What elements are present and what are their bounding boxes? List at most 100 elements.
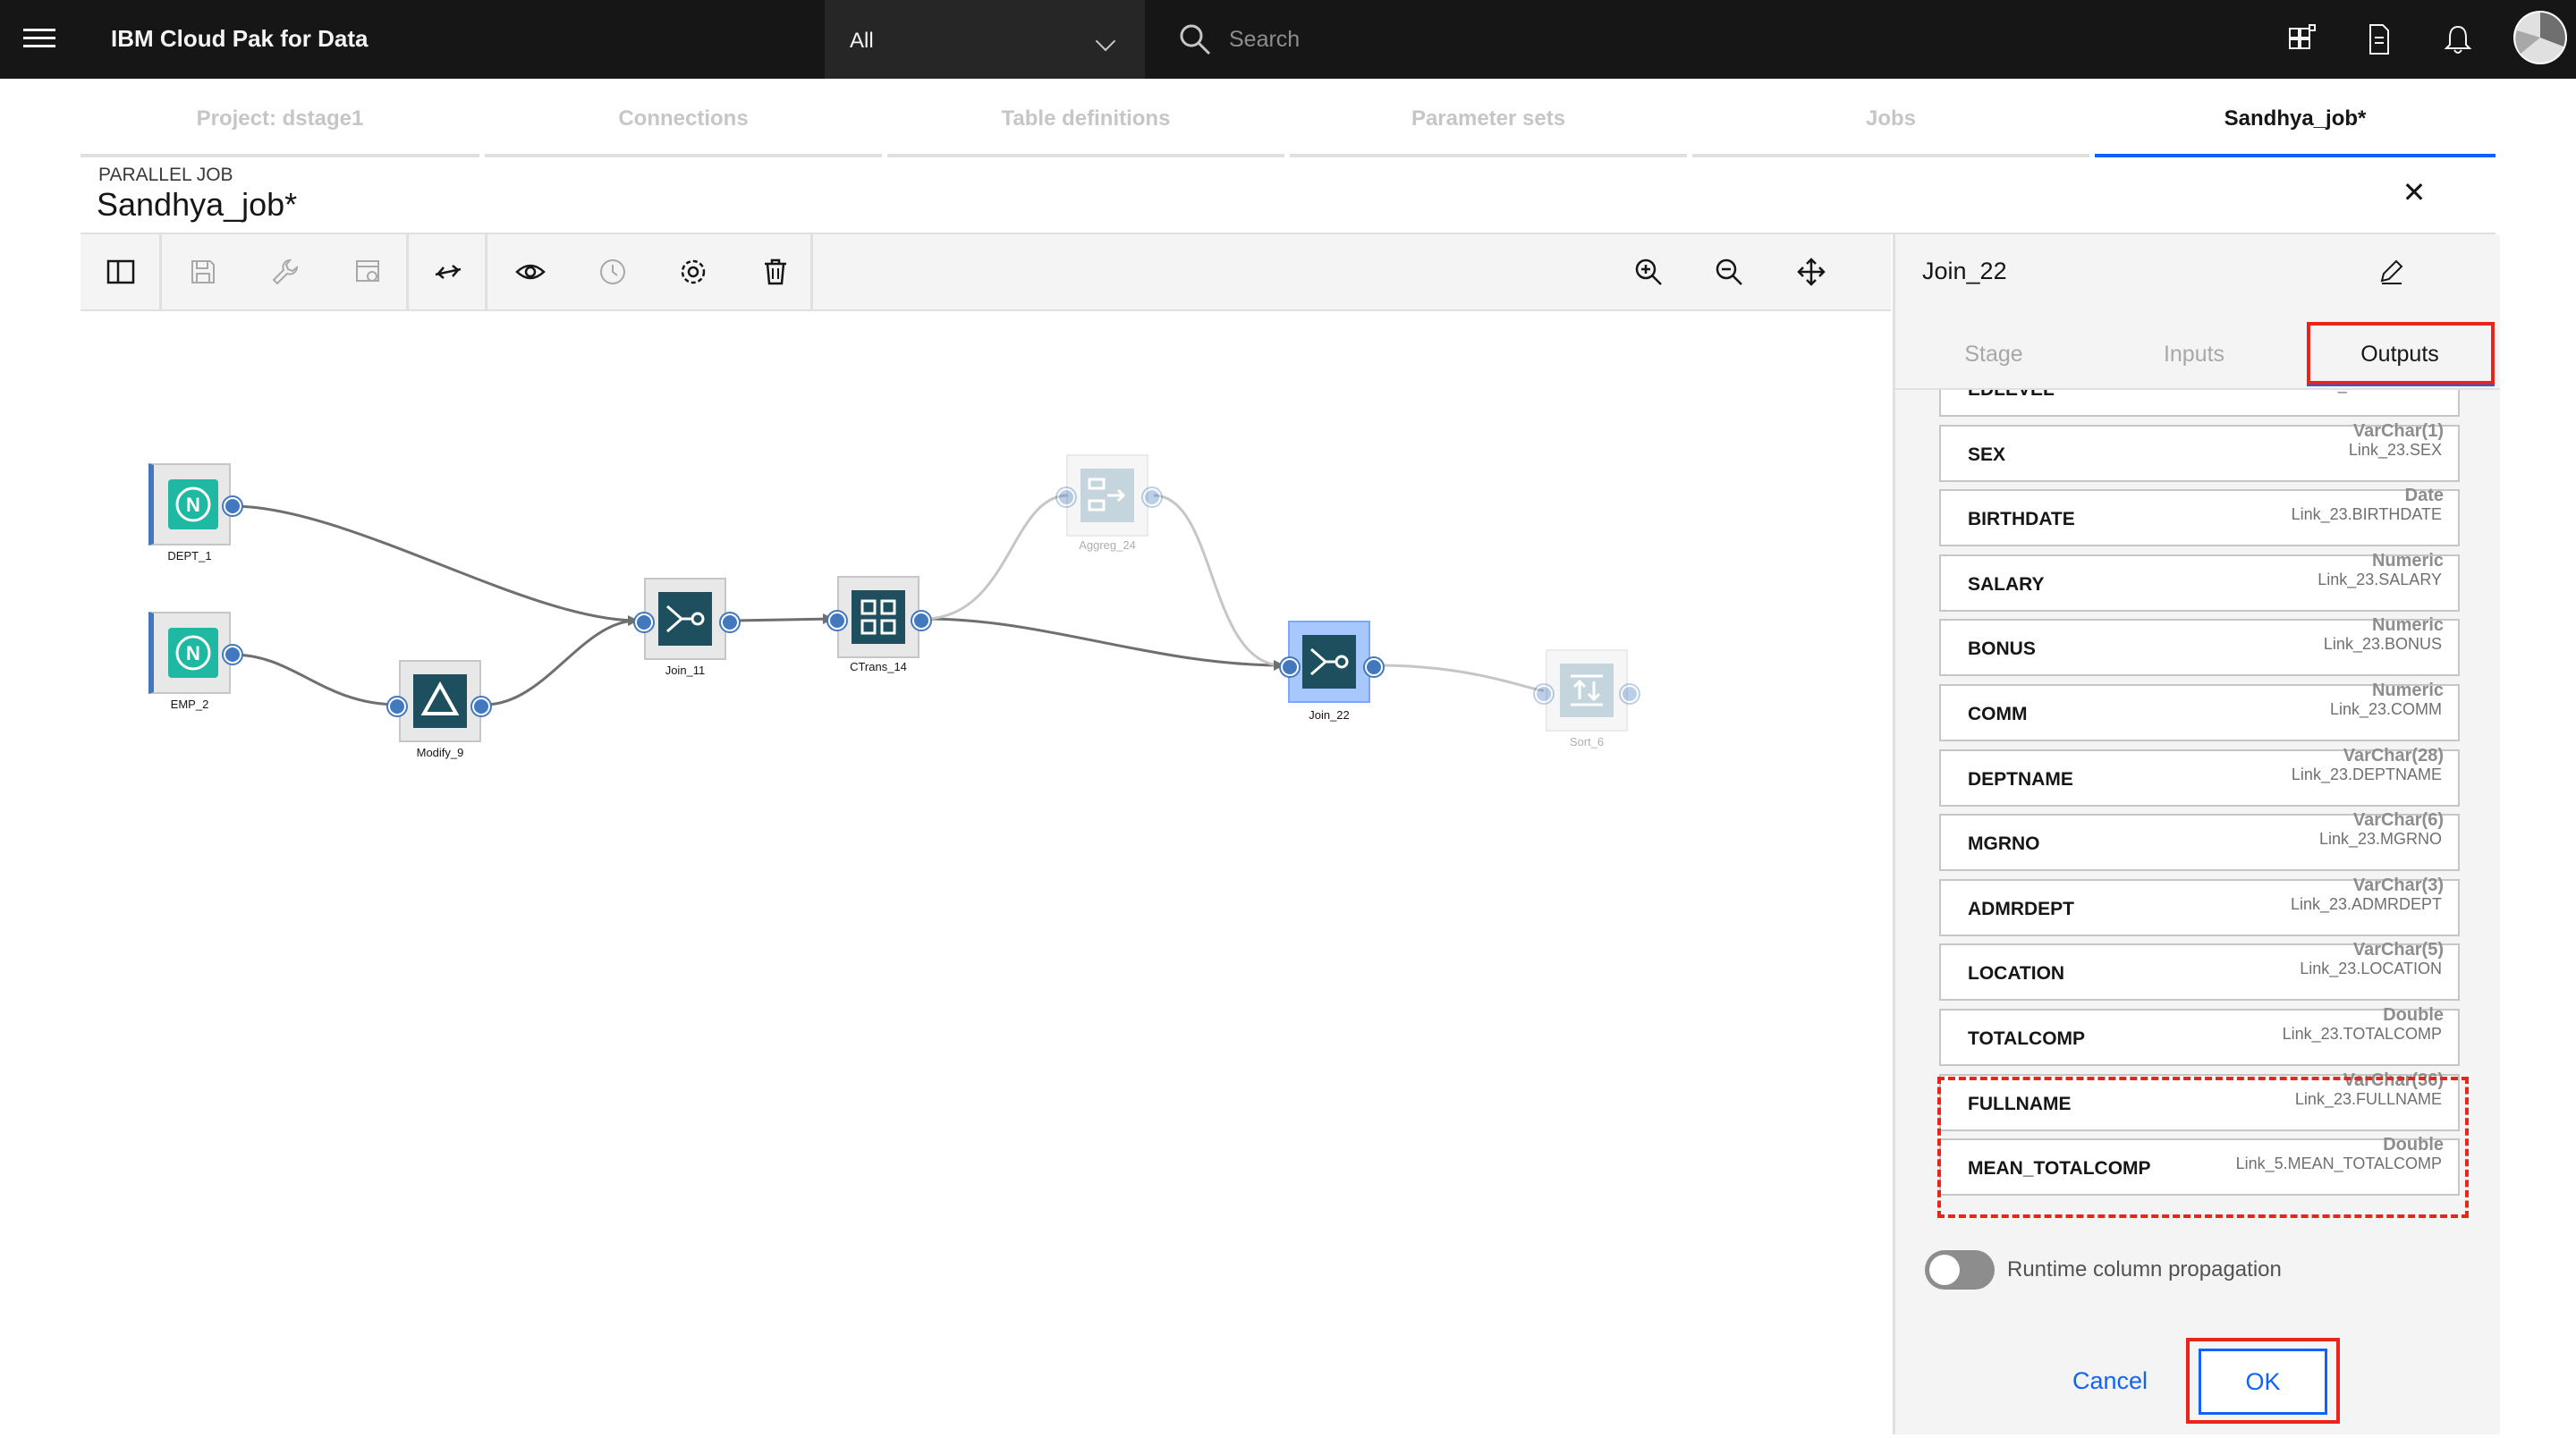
join11-stage-node[interactable]: [644, 578, 726, 660]
column-name: EDLEVEL: [1968, 390, 2055, 401]
top-bar: IBM Cloud Pak for Data All Search: [0, 0, 2576, 79]
output-column-row[interactable]: LOCATION VarChar(5) Link_23.LOCATION: [1939, 940, 2460, 1001]
column-type: VarChar(28): [2343, 746, 2444, 766]
scope-dropdown[interactable]: All: [825, 0, 1145, 79]
preview-eye-icon[interactable]: [490, 234, 571, 309]
join-icon: [1302, 635, 1356, 689]
column-derivation: Link_23.COMM: [2329, 700, 2442, 718]
node-label-sort: Sort_6: [1569, 735, 1605, 749]
tab-stage[interactable]: Stage: [1895, 342, 2092, 368]
column-derivation: Link_23.TOTALCOMP: [2282, 1025, 2442, 1043]
column-type: VarChar(5): [2352, 940, 2444, 960]
cancel-button[interactable]: Cancel: [2055, 1354, 2165, 1408]
column-type: Numeric: [2371, 615, 2444, 635]
svg-text:N: N: [186, 494, 200, 516]
column-name: ADMRDEPT: [1968, 899, 2074, 919]
emp-source-node[interactable]: N: [148, 612, 231, 694]
tab-connections[interactable]: Connections: [485, 97, 882, 157]
chevron-down-icon: [1095, 30, 1116, 52]
output-column-row[interactable]: COMM Numeric Link_23.COMM: [1939, 681, 2460, 741]
history-clock-icon[interactable]: [572, 234, 653, 309]
column-type: Double: [2383, 1005, 2444, 1025]
search-icon: [1180, 24, 1211, 55]
tab-inputs[interactable]: Inputs: [2096, 342, 2292, 368]
tab-project[interactable]: Project: dstage1: [80, 97, 479, 157]
column-name: BONUS: [1968, 639, 2036, 659]
ctrans-stage-node[interactable]: [837, 576, 919, 658]
join-icon: [658, 592, 712, 646]
column-name: COMM: [1968, 704, 2028, 724]
tab-sandhya-job[interactable]: Sandhya_job*: [2095, 97, 2496, 157]
column-type: Numeric: [2371, 551, 2444, 571]
notification-bell-icon[interactable]: [2438, 20, 2478, 59]
column-type: Numeric: [2371, 681, 2444, 700]
runtime-propagation-toggle[interactable]: [1925, 1250, 1995, 1290]
transformer-icon: [852, 590, 905, 644]
document-icon[interactable]: [2360, 20, 2399, 59]
column-derivation: Link_23.ADMRDEPT: [2290, 895, 2442, 913]
settings-gear-icon[interactable]: [653, 234, 733, 309]
output-column-row[interactable]: MGRNO VarChar(6) Link_23.MGRNO: [1939, 810, 2460, 871]
tab-jobs[interactable]: Jobs: [1692, 97, 2089, 157]
fit-to-screen-icon[interactable]: [1771, 234, 1852, 309]
tab-table-definitions[interactable]: Table definitions: [887, 97, 1284, 157]
close-icon[interactable]: ✕: [2399, 177, 2429, 207]
search-input[interactable]: Search: [1152, 0, 2261, 79]
output-column-row[interactable]: BIRTHDATE Date Link_23.BIRTHDATE: [1939, 486, 2460, 546]
compile-icon[interactable]: [327, 234, 408, 309]
page-title: Sandhya_job*: [97, 186, 298, 223]
node-label-aggreg: Aggreg_24: [1079, 538, 1136, 552]
apps-icon[interactable]: [2283, 20, 2322, 59]
output-column-row[interactable]: ADMRDEPT VarChar(3) Link_23.ADMRDEPT: [1939, 875, 2460, 936]
save-icon[interactable]: [163, 234, 243, 309]
modify-stage-node[interactable]: [399, 660, 481, 742]
link-mode-icon[interactable]: [408, 234, 488, 309]
node-label-modify: Modify_9: [416, 746, 464, 759]
delete-trash-icon[interactable]: [735, 234, 816, 309]
dept-source-node[interactable]: N: [148, 463, 231, 546]
column-derivation: Link_23.MGRNO: [2318, 830, 2442, 848]
column-name: TOTALCOMP: [1968, 1028, 2086, 1049]
wrench-icon[interactable]: [245, 234, 326, 309]
zoom-out-icon[interactable]: [1689, 234, 1769, 309]
edit-pencil-icon[interactable]: [2377, 256, 2407, 286]
output-column-row[interactable]: TOTALCOMP Double Link_23.TOTALCOMP: [1939, 1005, 2460, 1066]
column-name: LOCATION: [1968, 963, 2065, 984]
column-derivation: Link_23.DEPTNAME: [2291, 766, 2442, 783]
hamburger-menu-icon[interactable]: [23, 23, 55, 55]
brand-name[interactable]: IBM Cloud Pak for Data: [111, 25, 368, 53]
sort-icon: [1560, 664, 1614, 717]
modify-triangle-icon: [413, 674, 467, 728]
column-name: SEX: [1968, 444, 2006, 465]
column-type: VarChar(1): [2352, 421, 2444, 441]
output-column-row[interactable]: SEX VarChar(1) Link_23.SEX: [1939, 421, 2460, 482]
output-column-row[interactable]: EDLEVEL Link_23.EDLEVEL: [1939, 390, 2460, 417]
column-name: SALARY: [1968, 574, 2045, 595]
node-label-ctrans: CTrans_14: [850, 660, 907, 673]
node-label-dept: DEPT_1: [167, 549, 212, 563]
output-column-row[interactable]: BONUS Numeric Link_23.BONUS: [1939, 615, 2460, 676]
ok-button-highlight: [2186, 1338, 2340, 1424]
toggle-palette-icon[interactable]: [80, 234, 161, 309]
netezza-icon: N: [168, 479, 218, 529]
netezza-icon: N: [168, 628, 218, 678]
aggregator-icon: [1080, 469, 1134, 522]
output-column-row[interactable]: SALARY Numeric Link_23.SALARY: [1939, 551, 2460, 612]
stage-name: Join_22: [1922, 258, 2007, 284]
svg-text:N: N: [186, 642, 200, 664]
new-columns-highlight: [1937, 1077, 2469, 1218]
avatar[interactable]: [2513, 11, 2567, 64]
flow-links: [232, 494, 1545, 710]
column-derivation: Link_23.SEX: [2348, 441, 2442, 459]
column-derivation: Link_23.EDLEVEL: [2309, 390, 2442, 394]
column-name: DEPTNAME: [1968, 769, 2073, 790]
tab-parameter-sets[interactable]: Parameter sets: [1290, 97, 1687, 157]
scope-value: All: [850, 29, 874, 53]
sort-stage-node[interactable]: [1546, 649, 1628, 732]
output-column-row[interactable]: DEPTNAME VarChar(28) Link_23.DEPTNAME: [1939, 746, 2460, 807]
flow-canvas[interactable]: N DEPT_1 N EMP_2 Modify_9 Join_11 CTrans…: [80, 311, 1891, 1434]
column-derivation: Link_23.LOCATION: [2300, 960, 2442, 977]
aggregator-stage-node[interactable]: [1066, 454, 1148, 537]
zoom-in-icon[interactable]: [1608, 234, 1689, 309]
join22-stage-node-selected[interactable]: [1288, 621, 1370, 703]
